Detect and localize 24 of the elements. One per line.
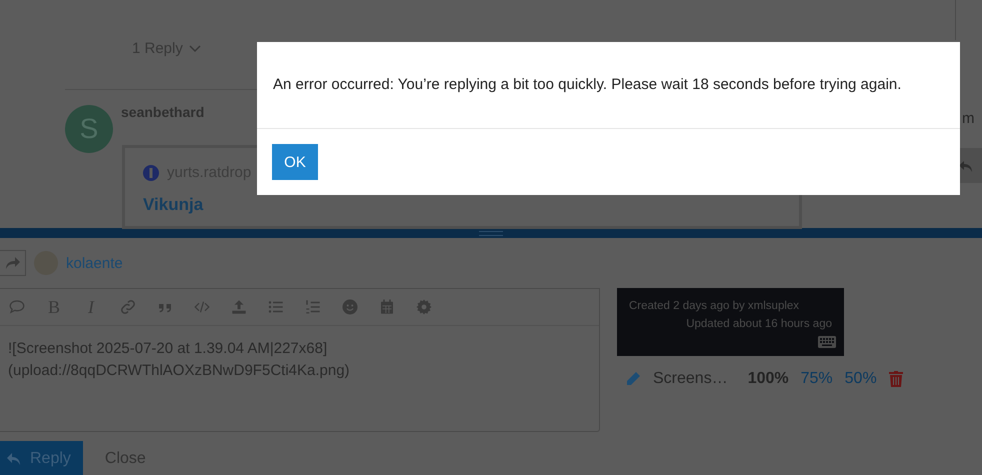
settings-icon[interactable] [415,298,433,316]
trash-icon[interactable] [888,371,903,387]
scale-option[interactable]: 100% [748,370,789,388]
link-icon[interactable] [119,298,137,316]
smiley-icon[interactable] [341,298,359,316]
share-button[interactable] [0,250,26,276]
scale-option[interactable]: 50% [844,370,877,388]
numbered-list-icon[interactable] [304,298,322,316]
speech-bubble-icon[interactable] [8,298,26,316]
chevron-down-icon[interactable] [188,44,201,52]
keyboard-icon [818,336,836,348]
link-title[interactable]: Vikunja [143,195,781,215]
error-message: An error occurred: You’re replying a bit too quickly. Please wait 18 seconds before trying again. [257,42,960,129]
upload-icon[interactable] [230,298,248,316]
site-logo-icon [143,164,159,180]
created-text: Created 2 days ago by xmlsuplex [629,299,800,314]
calendar-icon[interactable] [378,298,396,316]
resize-bar[interactable] [0,228,982,238]
updated-text: Updated about 16 hours ago [686,317,832,332]
pencil-icon[interactable] [625,371,641,387]
author-link[interactable]: kolaente [66,254,123,272]
scale-option[interactable]: 75% [800,370,833,388]
share-arrow-icon[interactable] [4,256,20,270]
ok-button[interactable]: OK [272,144,318,180]
